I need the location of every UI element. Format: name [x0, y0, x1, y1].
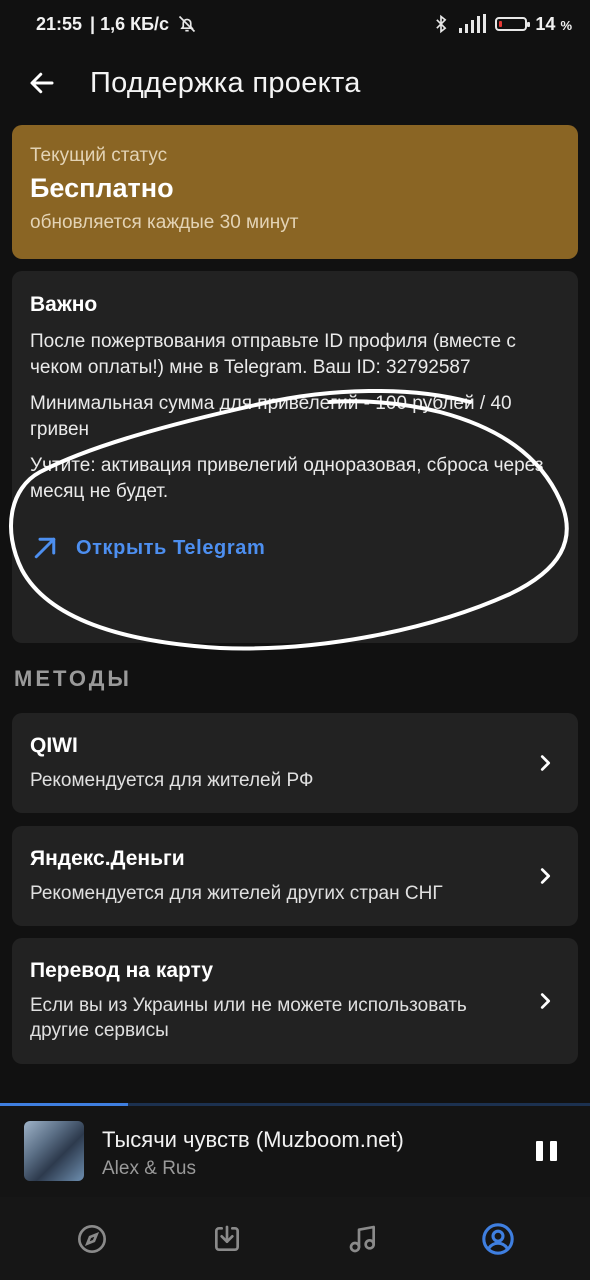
method-yandex-text: Яндекс.Деньги Рекомендуется для жителей … — [30, 847, 530, 906]
status-note: обновляется каждые 30 минут — [30, 212, 299, 233]
pause-icon — [549, 1141, 557, 1161]
playback-progress-fill — [0, 1103, 129, 1106]
arrow-up-right-icon — [34, 537, 56, 559]
battery-percent-value: 14 — [535, 13, 556, 34]
important-paragraph-2: Минимальная сумма для привелегий - 100 р… — [30, 393, 512, 440]
back-button[interactable] — [0, 48, 84, 118]
important-paragraph-1: После пожертвования отправьте ID профиля… — [30, 331, 516, 378]
important-title: Важно — [30, 293, 98, 316]
signal-icon — [457, 14, 487, 34]
current-status-card: Текущий статус Бесплатно обновляется каж… — [12, 125, 578, 259]
important-card: Важно После пожертвования отправьте ID п… — [12, 271, 578, 643]
pause-icon — [535, 1141, 543, 1161]
compass-icon — [77, 1224, 106, 1253]
profile-icon — [482, 1222, 514, 1255]
playback-progress-track[interactable] — [0, 1103, 590, 1106]
album-art — [24, 1121, 84, 1181]
battery-level — [499, 21, 503, 27]
clock: 21:55 — [36, 13, 83, 34]
arrow-back-icon — [30, 72, 54, 94]
chevron-right-icon — [530, 990, 560, 1012]
status-value: Бесплатно — [30, 173, 174, 203]
method-card-transfer[interactable]: Перевод на карту Если вы из Украины или … — [12, 938, 578, 1064]
music-note-icon — [349, 1225, 375, 1252]
method-subtitle: Рекомендуется для жителей других стран С… — [30, 882, 443, 904]
method-title: Перевод на карту — [30, 959, 214, 982]
bluetooth-icon — [433, 14, 449, 34]
important-paragraph-3: Учтите: активация привелегий одноразовая… — [30, 455, 544, 502]
nav-downloads[interactable] — [197, 1209, 257, 1269]
page-title: Поддержка проекта — [90, 66, 361, 99]
method-subtitle: Рекомендуется для жителей РФ — [30, 769, 314, 791]
mini-player[interactable]: Тысячи чувств (Muzboom.net) Alex & Rus — [0, 1103, 590, 1197]
nav-profile[interactable] — [468, 1209, 528, 1269]
chevron-right-icon — [530, 752, 560, 774]
chevron-right-icon — [530, 865, 560, 887]
method-card-transfer-text: Перевод на карту Если вы из Украины или … — [30, 959, 530, 1043]
track-title: Тысячи чувств (Muzboom.net) — [102, 1127, 404, 1152]
status-bar: 21:55 | 1,6 КБ/с 14 % — [0, 0, 590, 48]
status-label: Текущий статус — [30, 145, 168, 166]
pause-button[interactable] — [528, 1133, 564, 1169]
methods-section-title: МЕТОДЫ — [14, 666, 132, 691]
status-bar-left: 21:55 | 1,6 КБ/с — [36, 14, 197, 35]
method-yandex-money[interactable]: Яндекс.Деньги Рекомендуется для жителей … — [12, 826, 578, 926]
network-speed: | 1,6 КБ/с — [90, 13, 170, 34]
download-icon — [215, 1225, 240, 1251]
battery-icon — [495, 17, 531, 31]
bell-off-icon — [177, 14, 197, 34]
battery-percent-unit: % — [560, 17, 572, 33]
method-subtitle: Если вы из Украины или не можете использ… — [30, 995, 467, 1041]
app-bar: Поддержка проекта — [0, 48, 590, 118]
open-telegram-button[interactable]: Открыть Telegram — [30, 533, 560, 563]
track-artist: Alex & Rus — [102, 1158, 196, 1179]
method-title: Яндекс.Деньги — [30, 846, 185, 870]
nav-explore[interactable] — [62, 1209, 122, 1269]
bottom-navigation — [0, 1197, 590, 1280]
battery-percent: 14 % — [535, 14, 572, 35]
open-telegram-label: Открыть Telegram — [76, 536, 266, 559]
method-qiwi[interactable]: QIWI Рекомендуется для жителей РФ — [12, 713, 578, 813]
method-title: QIWI — [30, 733, 78, 757]
nav-music[interactable] — [333, 1209, 393, 1269]
status-bar-right: 14 % — [433, 14, 572, 35]
method-qiwi-text: QIWI Рекомендуется для жителей РФ — [30, 734, 530, 793]
